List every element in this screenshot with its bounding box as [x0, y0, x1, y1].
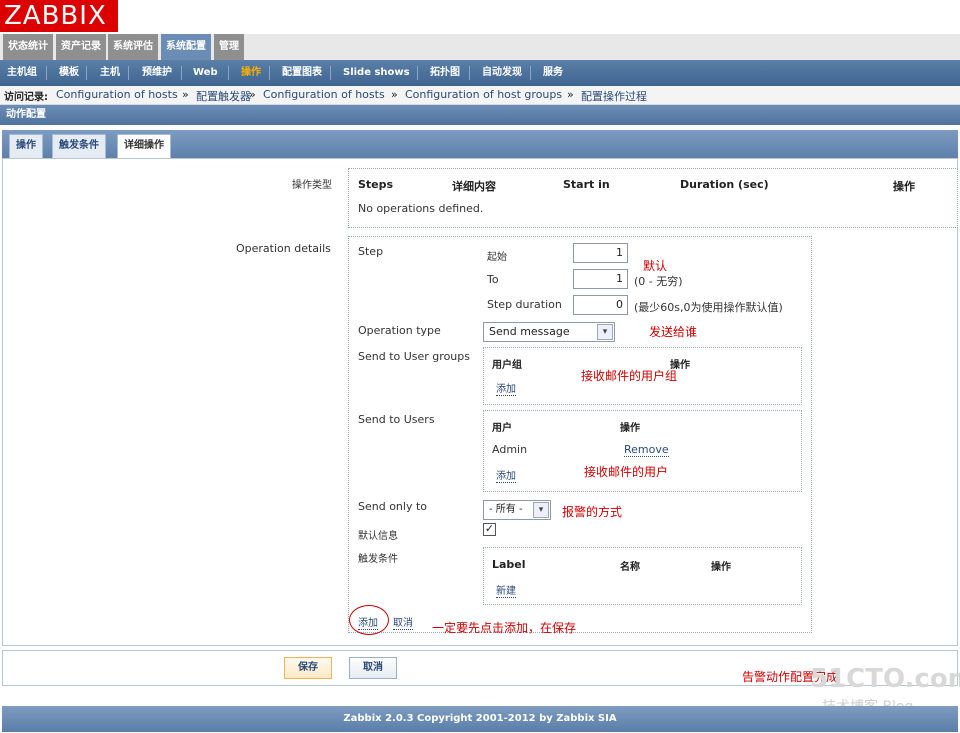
annotation-user-groups: 接收邮件的用户组: [581, 369, 678, 383]
step-duration-input[interactable]: 0: [573, 295, 628, 315]
submenu-web[interactable]: Web: [193, 60, 218, 86]
col-duration: Duration (sec): [680, 178, 769, 191]
col-condition-action: 操作: [711, 562, 731, 573]
send-only-to-label: Send only to: [358, 500, 428, 513]
tab-reports[interactable]: 系统评估: [108, 34, 158, 60]
submenu-services[interactable]: 服务: [543, 60, 563, 86]
send-user-groups-label: Send to User groups: [358, 350, 470, 363]
operations-table: [348, 168, 958, 228]
submenu-maps[interactable]: 拓扑图: [430, 60, 460, 86]
col-user-action: 操作: [620, 423, 640, 434]
new-condition-link[interactable]: 新建: [496, 582, 516, 598]
submenu-screens[interactable]: 配置图表: [282, 60, 322, 86]
user-name: Admin: [492, 443, 528, 456]
submenu-maintenance[interactable]: 预维护: [142, 60, 172, 86]
zabbix-logo[interactable]: ZABBIX: [0, 0, 118, 32]
submenu-discovery[interactable]: 自动发现: [482, 60, 522, 86]
tab-administration[interactable]: 管理: [214, 34, 244, 60]
add-user-group-link[interactable]: 添加: [496, 380, 516, 396]
breadcrumb-item[interactable]: 配置触发器: [196, 90, 251, 103]
col-start-in: Start in: [563, 178, 610, 191]
logo-text: ZABBIX: [4, 1, 107, 31]
operation-type-select[interactable]: Send message ▾: [483, 322, 615, 342]
col-user-group: 用户组: [492, 360, 522, 371]
annotation-must-add: 一定要先点击添加，在保存: [432, 621, 577, 635]
cancel-operation-link[interactable]: 取消: [393, 614, 413, 630]
conditions-table: [483, 547, 802, 605]
tab-action[interactable]: 操作: [9, 134, 43, 158]
submenu-hostgroups[interactable]: 主机组: [7, 60, 37, 86]
annotation-users: 接收邮件的用户: [584, 465, 669, 479]
breadcrumb: 访问记录: Configuration of hosts » 配置触发器 » C…: [0, 86, 960, 105]
chevron-down-icon: ▾: [533, 502, 549, 518]
default-message-checkbox[interactable]: ✓: [483, 523, 496, 536]
watermark: 51CTO.com: [810, 664, 960, 694]
step-from-label: 起始: [487, 252, 507, 263]
default-message-label: 默认信息: [358, 531, 398, 542]
step-label: Step: [358, 245, 384, 258]
col-label: Label: [492, 558, 526, 571]
breadcrumb-item[interactable]: Configuration of host groups: [405, 88, 562, 101]
operation-details-label: Operation details: [236, 242, 331, 255]
col-steps: Steps: [358, 178, 394, 191]
step-to-input[interactable]: 1: [573, 269, 628, 289]
col-details: 详细内容: [452, 180, 496, 193]
operations-label: 操作类型: [292, 180, 332, 191]
submenu-slideshows[interactable]: Slide shows: [343, 60, 410, 86]
tab-conditions[interactable]: 触发条件: [52, 134, 106, 158]
send-users-label: Send to Users: [358, 413, 435, 426]
submenu-templates[interactable]: 模板: [59, 60, 79, 86]
tab-configuration[interactable]: 系统配置: [161, 34, 211, 60]
step-to-hint: (0 - 无穷): [634, 275, 683, 288]
conditions-label: 触发条件: [358, 554, 398, 565]
annotation-send-to: 发送给谁: [649, 325, 698, 339]
col-name: 名称: [620, 562, 640, 573]
send-only-to-select[interactable]: - 所有 - ▾: [483, 500, 551, 520]
remove-user-link[interactable]: Remove: [624, 443, 669, 457]
add-user-link[interactable]: 添加: [496, 467, 516, 483]
step-to-label: To: [487, 273, 499, 286]
tab-inventory[interactable]: 资产记录: [56, 34, 106, 60]
step-from-input[interactable]: 1: [573, 243, 628, 263]
breadcrumb-item[interactable]: Configuration of hosts: [56, 88, 178, 101]
breadcrumb-item[interactable]: 配置操作过程: [581, 90, 647, 103]
step-duration-hint: (最少60s,0为使用操作默认值): [634, 301, 783, 314]
tab-monitoring[interactable]: 状态统计: [3, 34, 53, 60]
operations-empty: No operations defined.: [358, 202, 484, 215]
col-user: 用户: [492, 423, 512, 434]
section-title: 动作配置: [0, 105, 960, 125]
submenu-actions[interactable]: 操作: [241, 60, 261, 86]
highlight-circle: [349, 605, 389, 635]
save-button[interactable]: 保存: [284, 657, 332, 679]
annotation-default: 默认: [643, 259, 668, 273]
step-duration-label: Step duration: [487, 298, 562, 311]
chevron-down-icon: ▾: [597, 324, 613, 340]
cancel-button[interactable]: 取消: [349, 657, 397, 679]
operation-type-label: Operation type: [358, 324, 441, 337]
col-action: 操作: [893, 180, 915, 193]
breadcrumb-label: 访问记录:: [4, 92, 48, 103]
breadcrumb-item[interactable]: Configuration of hosts: [263, 88, 385, 101]
annotation-alert-method: 报警的方式: [562, 505, 623, 519]
footer: Zabbix 2.0.3 Copyright 2001-2012 by Zabb…: [2, 706, 958, 732]
tab-operations[interactable]: 详细操作: [117, 134, 171, 158]
submenu-hosts[interactable]: 主机: [100, 60, 120, 86]
